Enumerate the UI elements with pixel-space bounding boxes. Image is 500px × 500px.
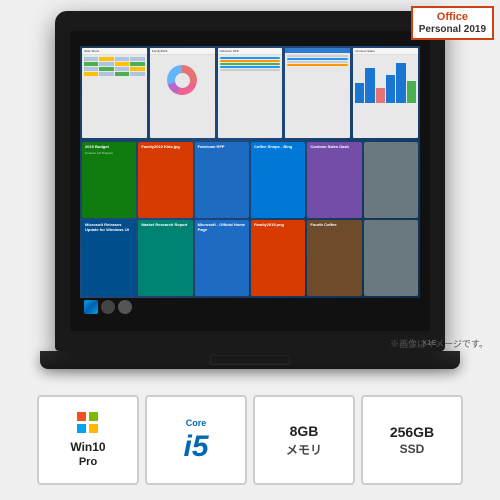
tile-7: Microsoft Releases Update for Windows 10 bbox=[82, 220, 136, 296]
laptop-body: Slide Show Family2019 bbox=[55, 11, 445, 351]
search-icon[interactable] bbox=[101, 300, 115, 314]
windows-logo bbox=[77, 412, 99, 434]
screen-bezel: Slide Show Family2019 bbox=[70, 31, 430, 331]
win-label-bottom: Pro bbox=[79, 456, 97, 468]
thumb-spreadsheet: Slide Show bbox=[82, 48, 147, 138]
laptop-base bbox=[40, 351, 460, 369]
tile-11: Fourth Coffee bbox=[307, 220, 361, 296]
desktop: Slide Show Family2019 bbox=[80, 46, 420, 316]
screen: Slide Show Family2019 bbox=[80, 46, 420, 316]
tile-5: Contoso Sales Dash bbox=[307, 142, 361, 218]
tile-4: Coffee Shops - Bing bbox=[251, 142, 305, 218]
spec-cpu: Core i5 bbox=[145, 395, 247, 485]
thumb-browser bbox=[285, 48, 350, 138]
memory-label: メモリ bbox=[286, 441, 322, 458]
thumb-donut: Family2019 bbox=[150, 48, 215, 138]
windows-icon[interactable] bbox=[84, 300, 98, 314]
office-badge: Office Personal 2019 bbox=[411, 6, 494, 40]
spec-memory: 8GB メモリ bbox=[253, 395, 355, 485]
laptop-image: Slide Show Family2019 bbox=[0, 0, 500, 380]
memory-amount: 8GB bbox=[290, 423, 319, 439]
storage-label: SSD bbox=[400, 442, 425, 456]
office-year: Personal 2019 bbox=[419, 24, 486, 35]
thumb-bar: Contoso Sales bbox=[353, 48, 418, 138]
office-label: Office bbox=[419, 11, 486, 24]
trackpad bbox=[210, 355, 290, 365]
cortana-icon[interactable] bbox=[118, 300, 132, 314]
tile-1: 2019 Budget Contoso Ltd Projects bbox=[82, 142, 136, 218]
tiles-area: 2019 Budget Contoso Ltd Projects Family2… bbox=[82, 142, 418, 296]
tile-8: Market Research Report bbox=[138, 220, 192, 296]
thumb-lines: Fabricam RFP bbox=[218, 48, 283, 138]
tile-10: Family2019.png bbox=[251, 220, 305, 296]
taskbar bbox=[80, 298, 420, 316]
tile-3: Fabricam RFP bbox=[195, 142, 249, 218]
i5-label: i5 bbox=[183, 432, 208, 462]
specs-bar: Win10 Pro Core i5 8GB メモリ 256GB SSD bbox=[0, 380, 500, 500]
tile-12 bbox=[364, 220, 418, 296]
core-label: Core bbox=[186, 418, 207, 428]
tile-6 bbox=[364, 142, 418, 218]
spec-windows: Win10 Pro bbox=[37, 395, 139, 485]
thumbnails-row: Slide Show Family2019 bbox=[82, 48, 418, 138]
donut-chart bbox=[167, 65, 197, 95]
spec-storage: 256GB SSD bbox=[361, 395, 463, 485]
tile-9: Microsoft - Official Home Page bbox=[195, 220, 249, 296]
storage-amount: 256GB bbox=[390, 424, 434, 440]
tile-2: Family2019 Kids.jpg bbox=[138, 142, 192, 218]
image-notice: ※画像はイメージです。 bbox=[390, 337, 488, 350]
win-label-top: Win10 bbox=[70, 440, 105, 454]
